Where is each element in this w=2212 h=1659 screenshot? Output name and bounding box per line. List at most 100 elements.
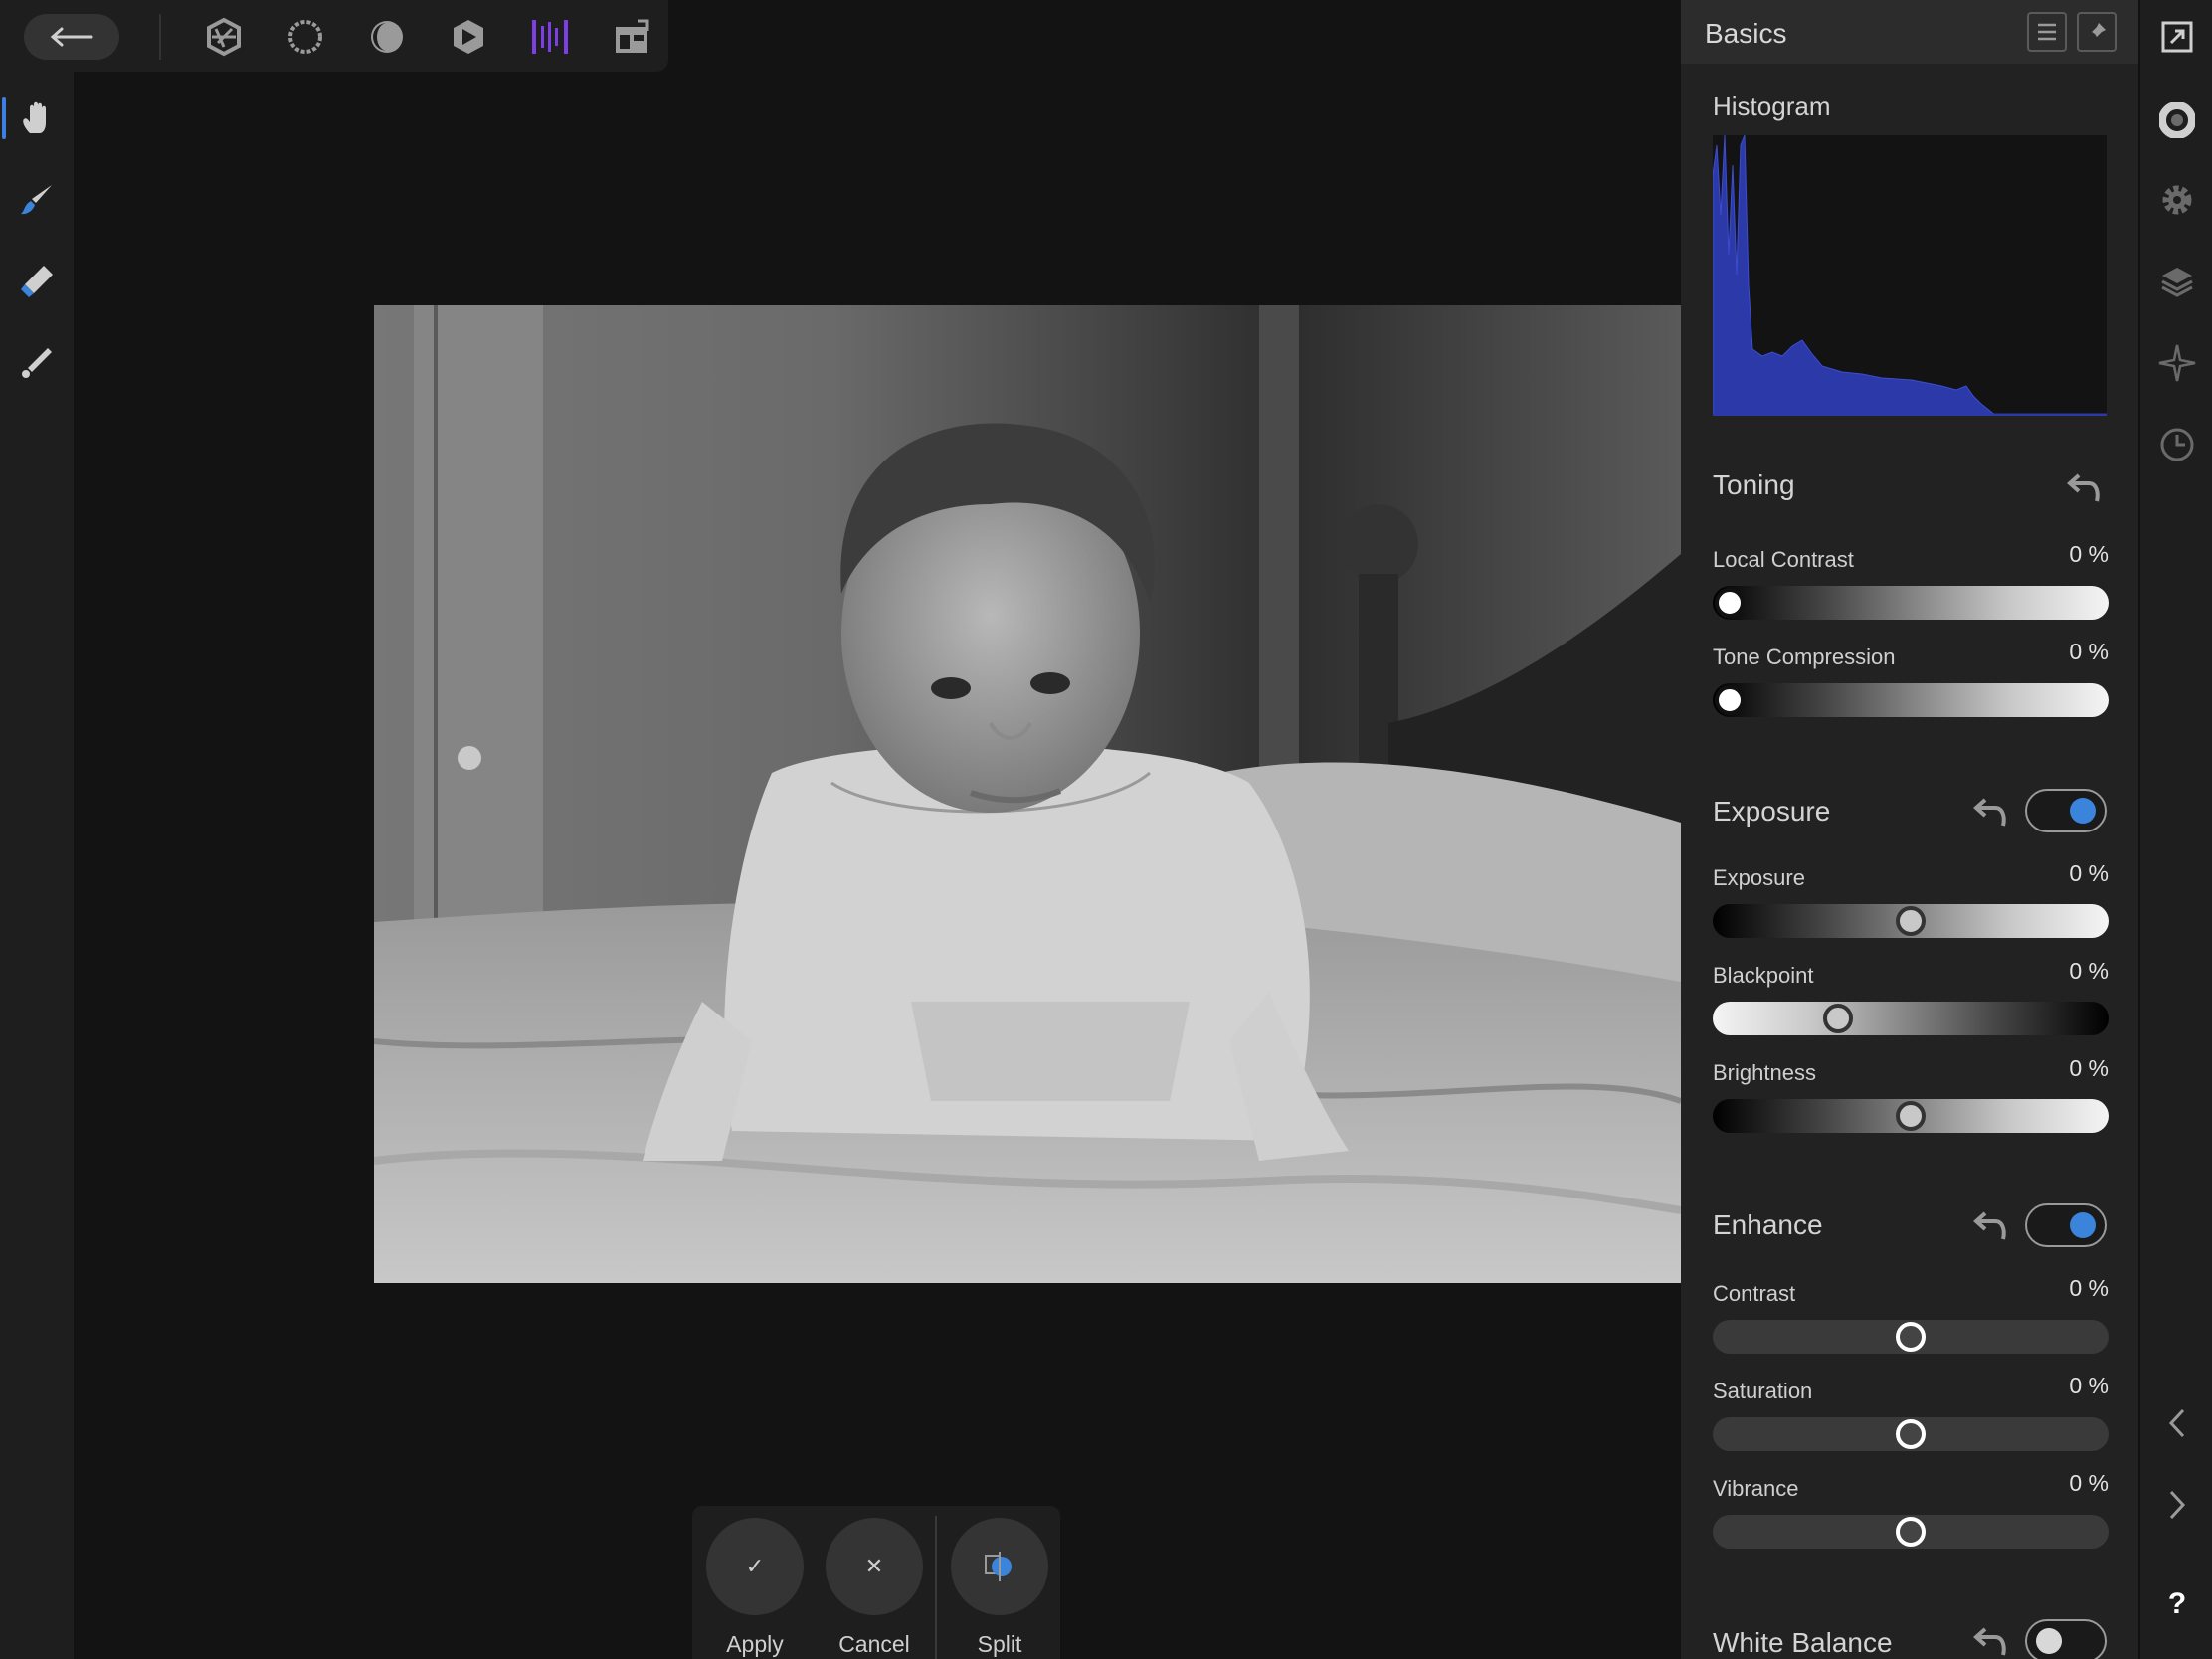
cancel-button[interactable]: ✕ Cancel [826, 1518, 923, 1658]
navigator-studio-button[interactable] [2152, 338, 2202, 388]
blackpoint-thumb[interactable] [1823, 1004, 1854, 1033]
undo-icon [1973, 798, 2006, 827]
histogram-title: Histogram [1713, 92, 1831, 121]
persona-toolbar [0, 0, 668, 72]
panel-menu-button[interactable] [2027, 12, 2067, 52]
collapse-left-button[interactable] [2152, 1398, 2202, 1448]
tone-mapping-persona-button[interactable] [446, 14, 491, 60]
layers-icon [2161, 268, 2193, 297]
blackpoint-slider[interactable] [1713, 1002, 2109, 1035]
tone-compression-value[interactable]: 0 % [2069, 639, 2109, 665]
export-persona-button-2[interactable] [609, 14, 654, 60]
local-contrast-slider[interactable] [1713, 586, 2109, 620]
contrast-thumb[interactable] [1896, 1322, 1926, 1352]
brightness-value[interactable]: 0 % [2069, 1055, 2109, 1082]
develop-persona-button[interactable] [364, 14, 410, 60]
enhance-section-title: Enhance [1713, 1209, 1823, 1240]
contrast-slider[interactable] [1713, 1320, 2109, 1354]
history-icon [2160, 428, 2194, 461]
brightness-thumb[interactable] [1896, 1101, 1926, 1131]
navigator-icon [2158, 344, 2196, 382]
enhance-reset-button[interactable] [1971, 1205, 2011, 1245]
brightness-slider[interactable] [1713, 1099, 2109, 1133]
blackpoint-value[interactable]: 0 % [2069, 958, 2109, 985]
canvas-fit-icon [2161, 21, 2193, 53]
split-view-button-circle[interactable] [951, 1518, 1048, 1615]
saturation-value[interactable]: 0 % [2069, 1373, 2109, 1399]
liquify-persona-button[interactable] [282, 14, 328, 60]
exposure-toggle[interactable] [2025, 789, 2107, 832]
undo-icon [2067, 473, 2100, 502]
exposure-slider[interactable] [1713, 904, 2109, 938]
vibrance-label: Vibrance [1713, 1476, 1799, 1501]
view-tool[interactable] [2, 90, 66, 147]
develop-persona-icon [371, 21, 403, 53]
canvas-fit-button[interactable] [2152, 12, 2202, 62]
exposure-value[interactable]: 0 % [2069, 860, 2109, 887]
apply-button[interactable]: ✓ Apply [706, 1518, 804, 1658]
local-contrast-thumb[interactable] [1715, 588, 1745, 618]
chevron-right-icon [2169, 1490, 2186, 1520]
eraser-icon [21, 266, 53, 297]
color-studio-button[interactable] [2152, 95, 2202, 145]
context-action-bar: ✓ Apply ✕ Cancel Split [692, 1506, 1060, 1659]
toning-section-title: Toning [1713, 469, 1795, 500]
back-button[interactable] [24, 14, 119, 60]
exposure-reset-button[interactable] [1971, 792, 2011, 831]
close-icon[interactable]: ✕ [826, 1518, 923, 1615]
local-contrast-value[interactable]: 0 % [2069, 541, 2109, 568]
photo-persona-button[interactable] [201, 14, 247, 60]
toning-reset-button[interactable] [2065, 467, 2105, 507]
white-balance-toggle[interactable] [2025, 1619, 2107, 1659]
brush-tool[interactable] [8, 171, 66, 229]
panel-title: Basics [1705, 18, 1787, 49]
tone-compression-slider[interactable] [1713, 683, 2109, 717]
saturation-thumb[interactable] [1896, 1419, 1926, 1449]
tone-mapping-active-icon [532, 20, 568, 54]
vibrance-slider[interactable] [1713, 1515, 2109, 1549]
panel-pin-button[interactable] [2077, 12, 2117, 52]
settings-icon [2162, 185, 2192, 215]
tools-panel [0, 72, 74, 1659]
local-contrast-label: Local Contrast [1713, 547, 1854, 572]
saturation-label: Saturation [1713, 1379, 1813, 1403]
basics-panel: Basics Histogram Toning Local Contrast 0… [1681, 0, 2138, 1659]
chevron-left-icon [2168, 1408, 2185, 1438]
document-canvas[interactable] [374, 305, 1681, 1283]
exposure-section-title: Exposure [1713, 796, 1831, 827]
liquify-persona-icon [288, 20, 322, 54]
saturation-slider[interactable] [1713, 1417, 2109, 1451]
export-persona-button[interactable] [527, 14, 573, 60]
split-view-icon [985, 1552, 1012, 1581]
cancel-label: Cancel [838, 1631, 910, 1657]
checkmark-icon[interactable]: ✓ [706, 1518, 804, 1615]
gradient-tool[interactable] [8, 334, 66, 392]
layers-studio-button[interactable] [2152, 257, 2202, 306]
photo-persona-icon [207, 17, 241, 57]
contrast-value[interactable]: 0 % [2069, 1275, 2109, 1302]
exposure-thumb[interactable] [1896, 906, 1926, 936]
undo-icon [1973, 1211, 2006, 1240]
undo-icon [1973, 1627, 2006, 1656]
erase-brush-tool[interactable] [8, 253, 66, 310]
white-balance-reset-button[interactable] [1971, 1621, 2011, 1659]
gradient-icon [22, 348, 52, 378]
enhance-toggle[interactable] [2025, 1203, 2107, 1247]
export-persona-icon [616, 19, 649, 53]
help-button[interactable]: ? [2152, 1579, 2202, 1629]
apply-label: Apply [726, 1631, 784, 1657]
tone-compression-thumb[interactable] [1715, 685, 1745, 715]
contrast-label: Contrast [1713, 1281, 1796, 1306]
history-studio-button[interactable] [2152, 420, 2202, 469]
panel-header: Basics [1681, 0, 2138, 64]
split-button[interactable]: Split [951, 1518, 1048, 1658]
toolbar-divider [159, 14, 161, 60]
collapse-right-button[interactable] [2152, 1480, 2202, 1530]
vibrance-thumb[interactable] [1896, 1517, 1926, 1547]
tone-compression-label: Tone Compression [1713, 645, 1896, 669]
settings-studio-button[interactable] [2152, 175, 2202, 225]
tone-mapping-persona-icon [454, 20, 483, 54]
menu-list-icon [2038, 23, 2056, 41]
vibrance-value[interactable]: 0 % [2069, 1470, 2109, 1497]
blackpoint-label: Blackpoint [1713, 963, 1814, 988]
